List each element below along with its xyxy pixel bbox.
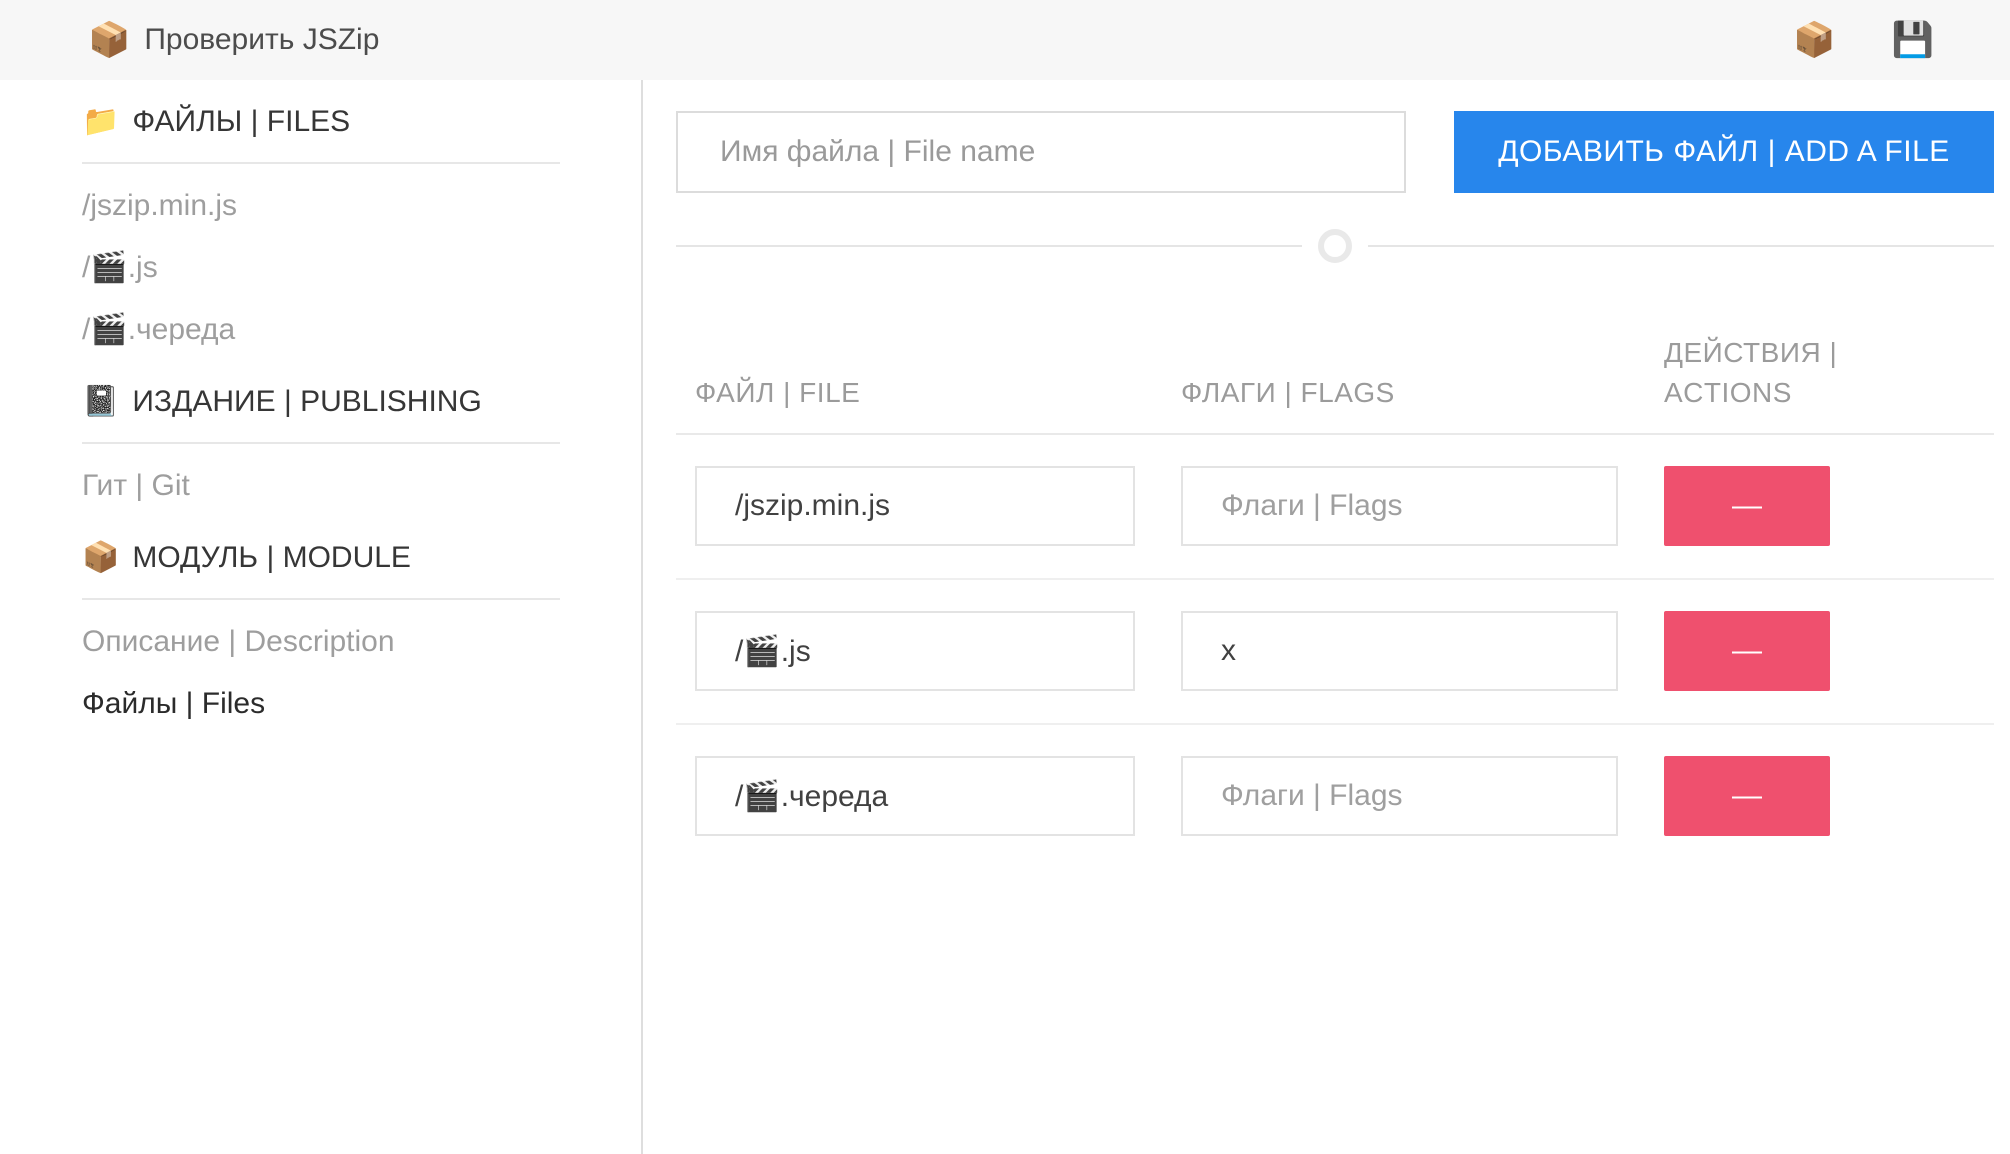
remove-row-button[interactable]: — — [1664, 466, 1830, 546]
sidebar-item-description[interactable]: Описание | Description — [82, 624, 560, 660]
section-divider — [676, 229, 1994, 263]
sidebar-section-title: МОДУЛЬ | MODULE — [132, 540, 411, 576]
topbar: 📦 Проверить JSZip 📦 💾 — [0, 0, 2010, 80]
sidebar-item-files[interactable]: Файлы | Files — [82, 686, 560, 722]
sidebar-section-publishing: 📓 ИЗДАНИЕ | PUBLISHING — [82, 384, 560, 420]
layout: 📁 ФАЙЛЫ | FILES /jszip.min.js /🎬.js /🎬.ч… — [0, 80, 2010, 1154]
column-header-actions: ДЕЙСТВИЯ | ACTIONS — [1664, 333, 1864, 413]
divider-line — [676, 245, 1302, 247]
add-file-form: ДОБАВИТЬ ФАЙЛ | ADD A FILE — [676, 111, 1994, 193]
sidebar-section-title: ИЗДАНИЕ | PUBLISHING — [132, 384, 481, 420]
row-file-input[interactable] — [695, 756, 1135, 836]
row-file-input[interactable] — [695, 466, 1135, 546]
package-icon: 📦 — [82, 543, 119, 573]
main-content: ДОБАВИТЬ ФАЙЛ | ADD A FILE ФАЙЛ | FILE Ф… — [643, 80, 2010, 1154]
package-icon[interactable]: 📦 — [1793, 23, 1835, 57]
app-brand: 📦 Проверить JSZip — [88, 23, 379, 57]
notebook-icon: 📓 — [82, 387, 119, 417]
sidebar-item-jszip-min-js[interactable]: /jszip.min.js — [82, 188, 560, 224]
package-icon: 📦 — [88, 23, 130, 57]
column-header-file: ФАЙЛ | FILE — [695, 373, 1135, 413]
file-name-input[interactable] — [676, 111, 1406, 193]
column-header-flags: ФЛАГИ | FLAGS — [1181, 373, 1618, 413]
table-row: — — [676, 580, 1994, 725]
page-title: Проверить JSZip — [144, 23, 379, 57]
row-flags-input[interactable] — [1181, 466, 1618, 546]
sidebar-item-clapper-chereda[interactable]: /🎬.череда — [82, 312, 560, 348]
folder-icon: 📁 — [82, 107, 119, 137]
sidebar-section-files: 📁 ФАЙЛЫ | FILES — [82, 104, 560, 140]
files-table: ФАЙЛ | FILE ФЛАГИ | FLAGS ДЕЙСТВИЯ | ACT… — [676, 333, 1994, 868]
remove-row-button[interactable]: — — [1664, 611, 1830, 691]
row-flags-input[interactable] — [1181, 611, 1618, 691]
loader-ring-icon — [1318, 229, 1352, 263]
sidebar-section-module: 📦 МОДУЛЬ | MODULE — [82, 540, 560, 576]
row-flags-input[interactable] — [1181, 756, 1618, 836]
row-file-input[interactable] — [695, 611, 1135, 691]
sidebar: 📁 ФАЙЛЫ | FILES /jszip.min.js /🎬.js /🎬.ч… — [0, 80, 643, 1154]
sidebar-item-clapper-js[interactable]: /🎬.js — [82, 250, 560, 286]
files-table-header: ФАЙЛ | FILE ФЛАГИ | FLAGS ДЕЙСТВИЯ | ACT… — [676, 333, 1994, 435]
save-icon[interactable]: 💾 — [1892, 23, 1934, 57]
table-row: — — [676, 435, 1994, 580]
topbar-actions: 📦 💾 — [1793, 23, 1934, 57]
sidebar-divider — [82, 442, 560, 444]
sidebar-section-title: ФАЙЛЫ | FILES — [132, 104, 350, 140]
table-row: — — [676, 725, 1994, 868]
remove-row-button[interactable]: — — [1664, 756, 1830, 836]
sidebar-divider — [82, 162, 560, 164]
add-file-button[interactable]: ДОБАВИТЬ ФАЙЛ | ADD A FILE — [1454, 111, 1994, 193]
divider-line — [1368, 245, 1994, 247]
sidebar-divider — [82, 598, 560, 600]
sidebar-item-git[interactable]: Гит | Git — [82, 468, 560, 504]
